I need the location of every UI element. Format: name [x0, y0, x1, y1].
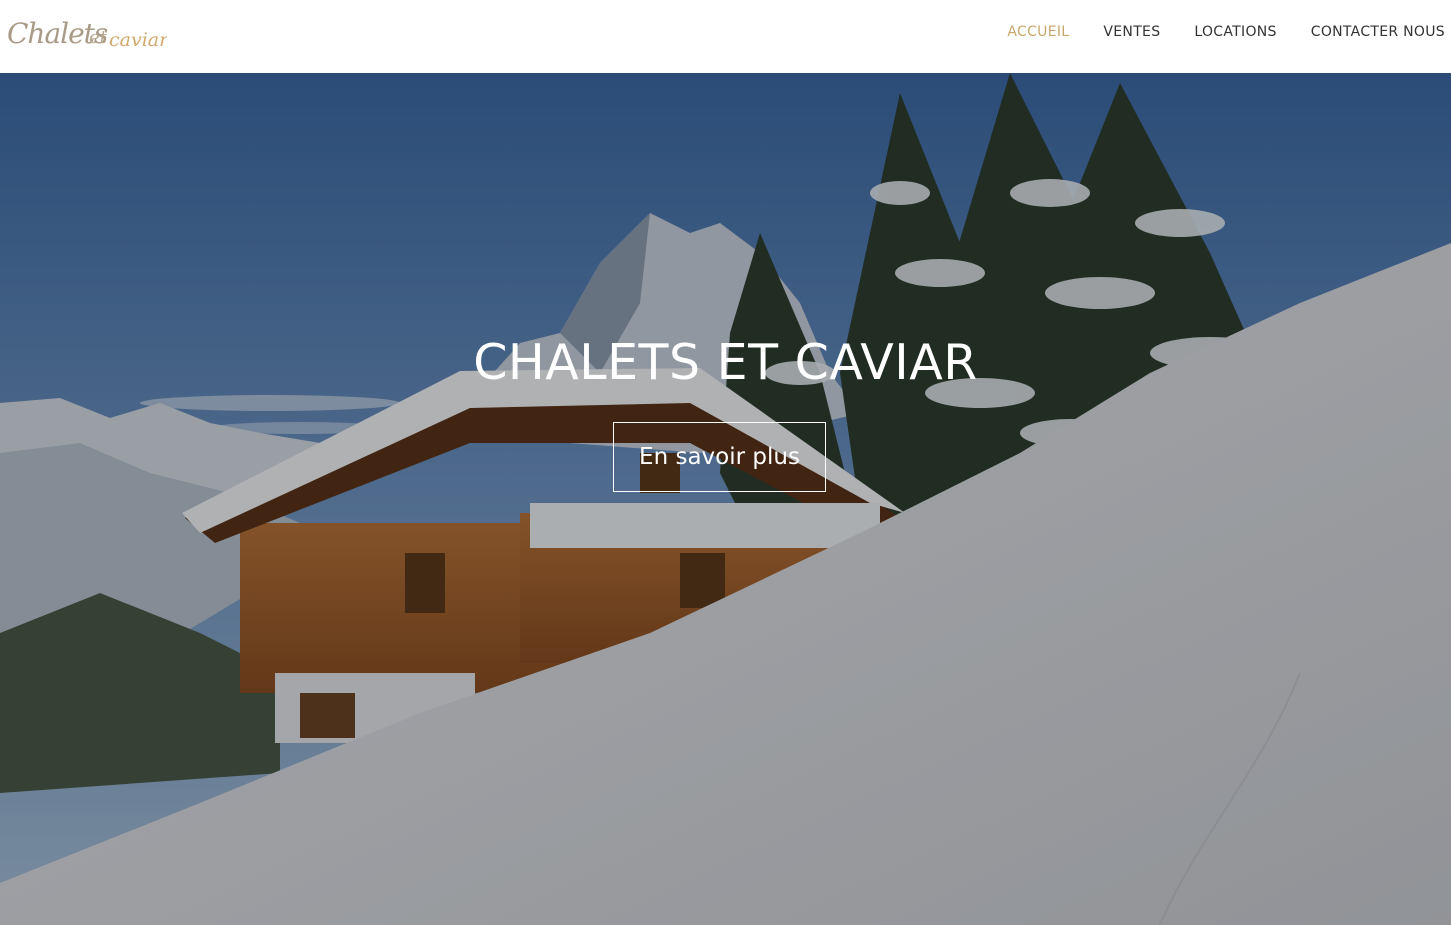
hero-section: CHALETS ET CAVIAR En savoir plus [0, 73, 1451, 925]
svg-text:caviar: caviar [109, 29, 167, 51]
learn-more-button[interactable]: En savoir plus [613, 422, 826, 492]
brand-logo[interactable]: Chalets et caviar [7, 10, 167, 54]
hero-title: CHALETS ET CAVIAR [473, 333, 978, 391]
nav-item-ventes[interactable]: VENTES [1103, 24, 1160, 40]
site-header: Chalets et caviar ACCUEIL VENTES LOCATIO… [0, 0, 1451, 73]
main-nav: ACCUEIL VENTES LOCATIONS CONTACTER NOUS [1007, 0, 1451, 64]
hero-overlay [0, 73, 1451, 925]
nav-item-contacter-nous[interactable]: CONTACTER NOUS [1311, 24, 1445, 40]
nav-item-accueil[interactable]: ACCUEIL [1007, 24, 1069, 40]
nav-item-locations[interactable]: LOCATIONS [1194, 24, 1276, 40]
svg-text:et: et [89, 27, 108, 48]
